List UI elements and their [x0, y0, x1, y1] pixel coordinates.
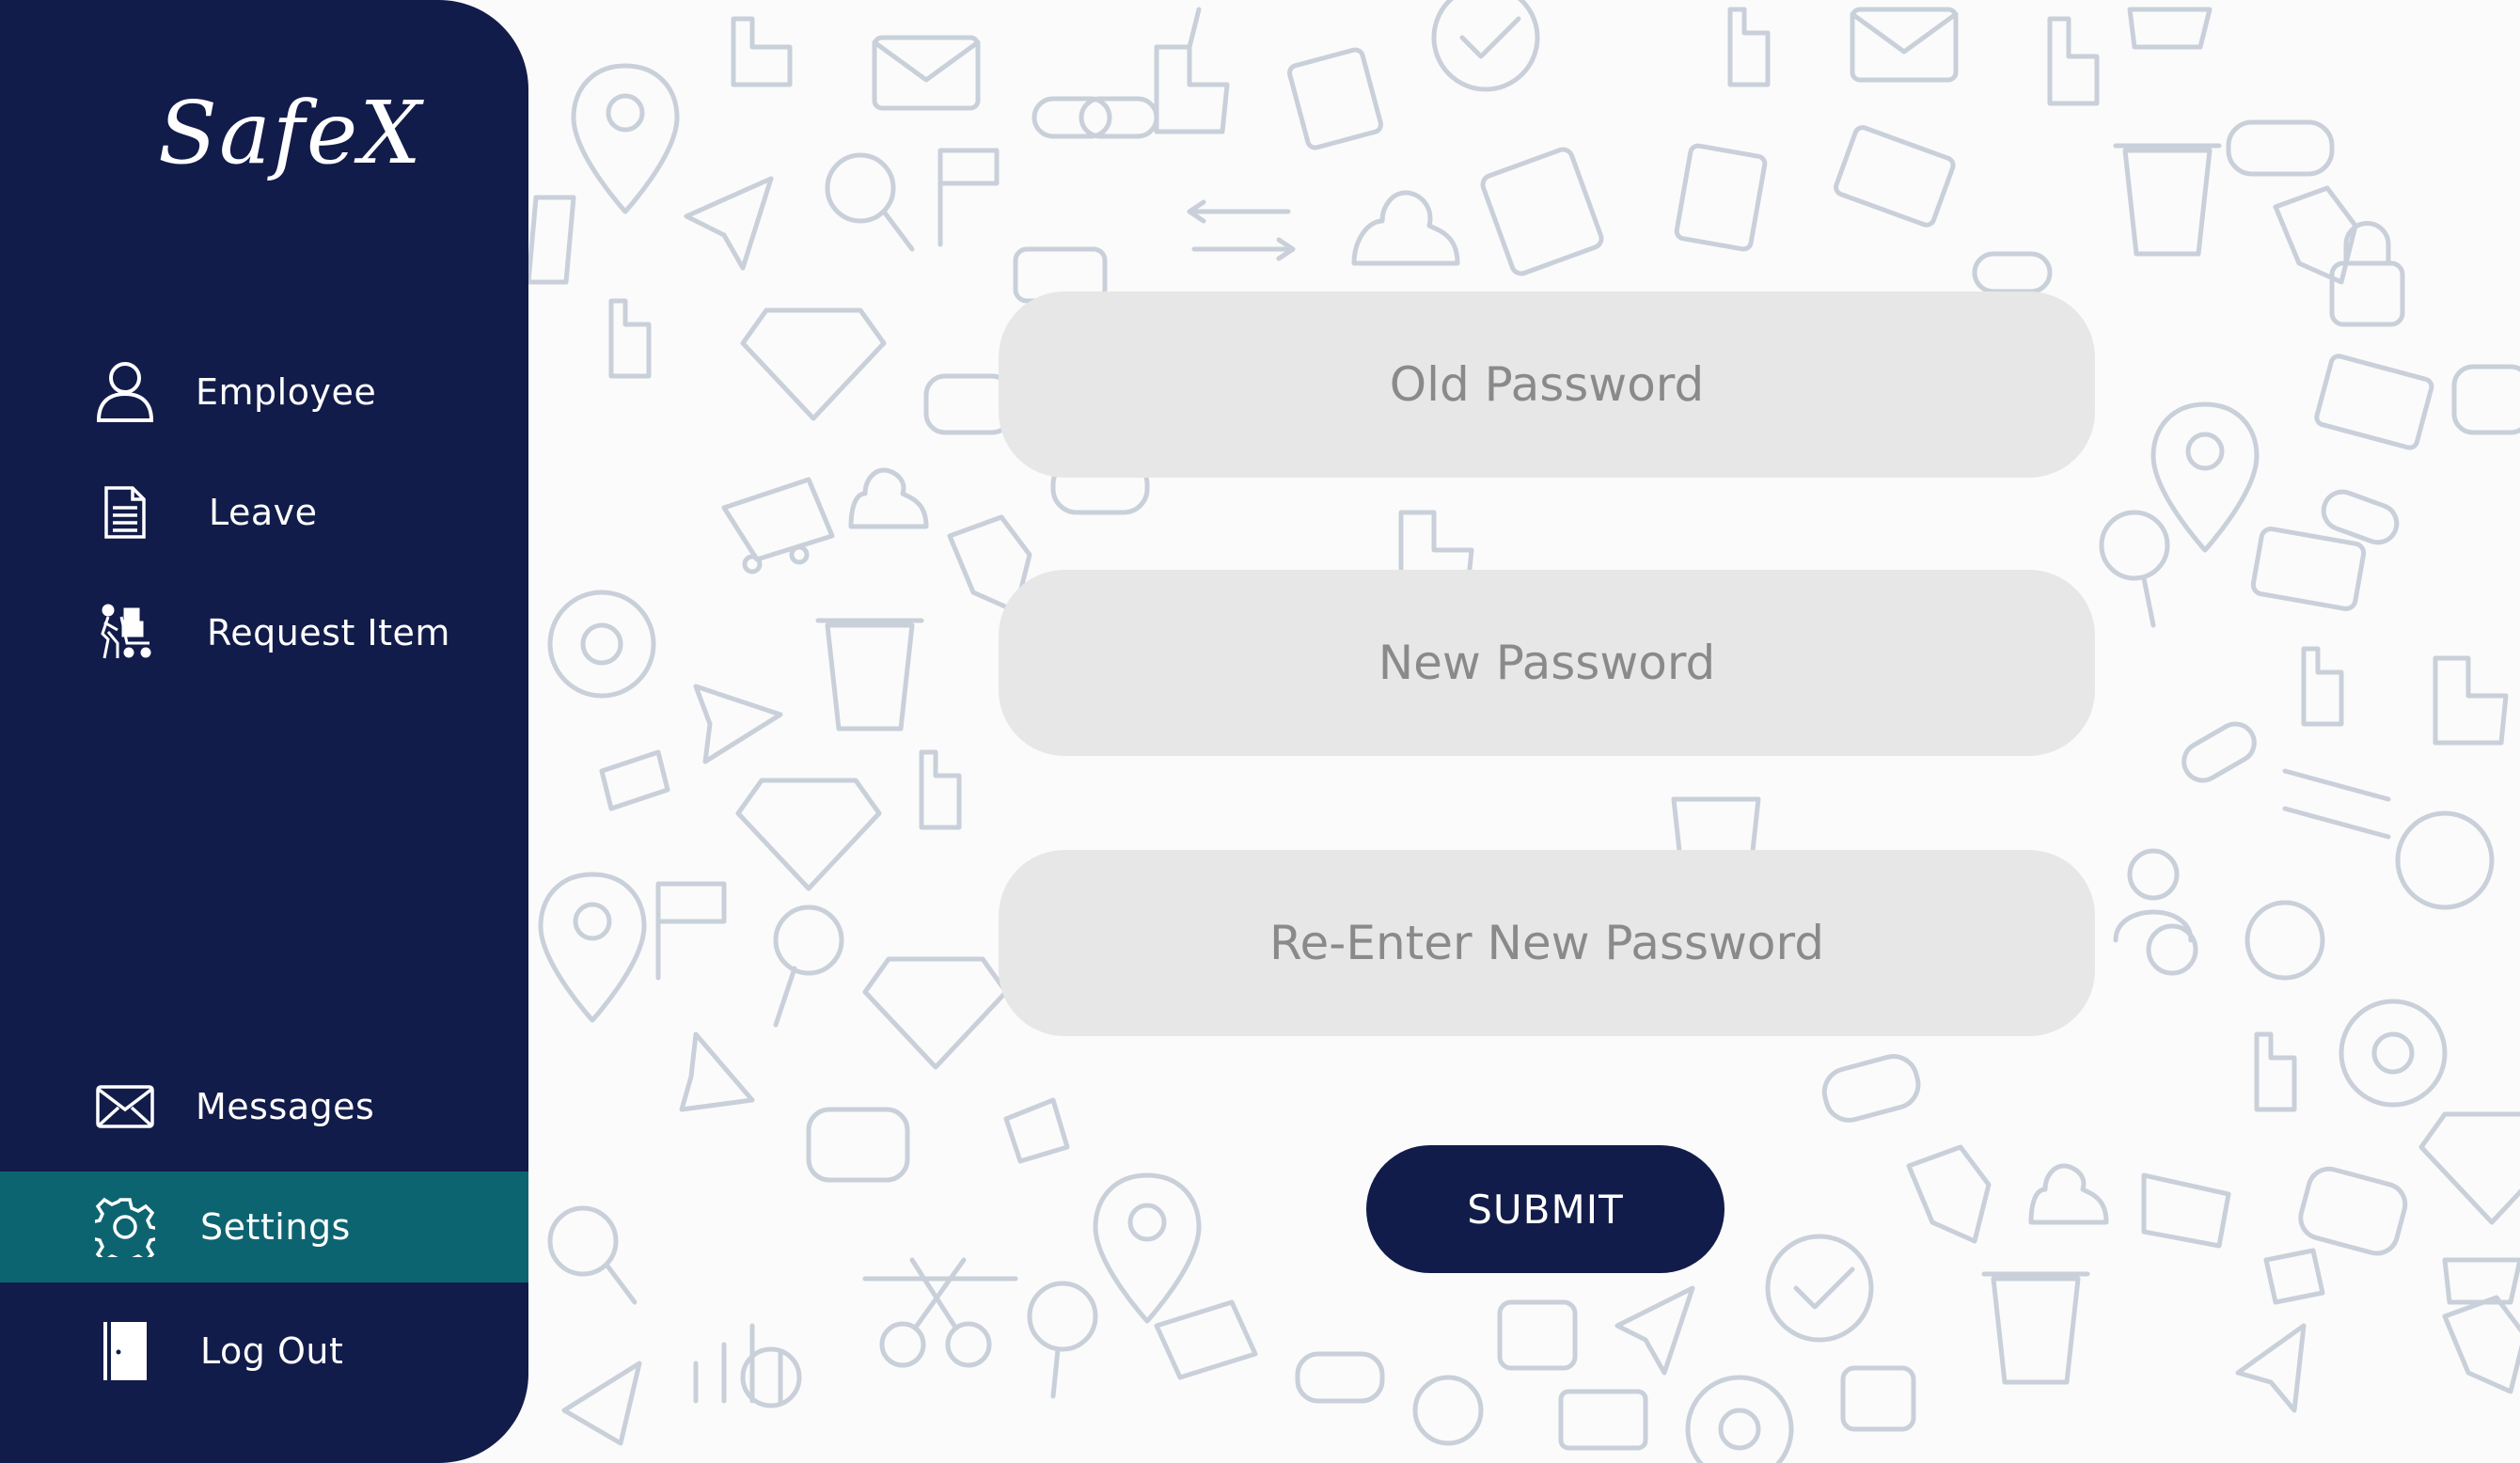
sidebar-item-label: Log Out — [200, 1330, 344, 1372]
sidebar: SafeX Employee Leave Request Item Messag… — [0, 0, 528, 1463]
doodle-chart-icon — [693, 1323, 802, 1408]
sidebar-item-label: Leave — [209, 492, 318, 533]
sidebar-item-label: Messages — [196, 1086, 375, 1127]
sidebar-item-label: Employee — [196, 371, 377, 413]
sidebar-item-leave[interactable]: Leave — [0, 457, 528, 568]
sidebar-item-messages[interactable]: Messages — [0, 1051, 528, 1162]
sidebar-item-label: Settings — [200, 1206, 351, 1248]
sidebar-item-request-item[interactable]: Request Item — [0, 577, 528, 688]
doodle-dollar-coin-icon — [2244, 810, 2495, 981]
new-password-field[interactable] — [999, 570, 2095, 756]
document-icon — [94, 481, 156, 543]
app-logo: SafeX — [158, 83, 423, 183]
door-icon — [94, 1320, 156, 1382]
sidebar-item-log-out[interactable]: Log Out — [0, 1296, 528, 1407]
confirm-password-field[interactable] — [999, 850, 2095, 1036]
doodle-scissors-icon — [862, 1257, 1018, 1368]
old-password-field[interactable] — [999, 291, 2095, 478]
gear-icon — [94, 1196, 156, 1258]
porter-cart-icon — [94, 602, 156, 664]
sidebar-item-settings[interactable]: Settings — [0, 1172, 528, 1282]
user-icon — [94, 361, 156, 423]
envelope-icon — [94, 1076, 156, 1138]
sidebar-item-label: Request Item — [207, 612, 450, 653]
submit-button[interactable]: SUBMIT — [1366, 1145, 1725, 1273]
doodle-person-icon — [2113, 848, 2198, 976]
sidebar-item-employee[interactable]: Employee — [0, 337, 528, 448]
